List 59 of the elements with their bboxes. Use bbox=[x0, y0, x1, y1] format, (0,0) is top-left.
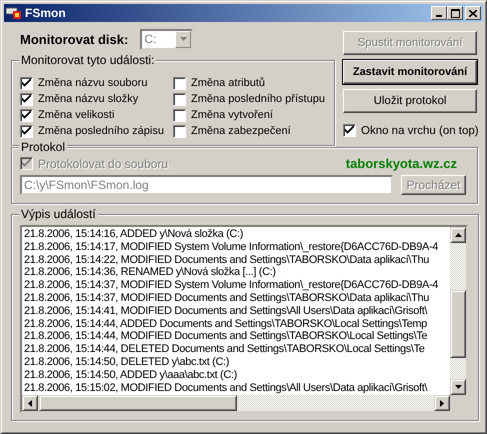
disk-label: Monitorovat disk: bbox=[20, 32, 128, 46]
event-list[interactable] bbox=[20, 225, 468, 413]
log-line[interactable]: 21.8.2006, 15:14:44, ADDED Documents and Settings\TABORSKO\Local Settings\Temp bbox=[24, 318, 427, 330]
checkbox[interactable] bbox=[20, 76, 33, 90]
log-line[interactable]: 21.8.2006, 15:14:50, DELETED y\abc.txt (C:) bbox=[24, 356, 230, 369]
app-icon bbox=[6, 6, 22, 20]
scroll-right-button[interactable] bbox=[434, 395, 450, 411]
group-title: Výpis událostí bbox=[19, 207, 98, 221]
checkbox[interactable] bbox=[20, 92, 33, 106]
maximize-icon bbox=[450, 8, 460, 18]
scrollbar-thumb[interactable] bbox=[39, 395, 237, 411]
window-title: FSmon bbox=[25, 6, 67, 20]
minimize-button[interactable] bbox=[431, 6, 447, 20]
checkbox-label: Změna velikosti bbox=[38, 109, 114, 121]
checkbox[interactable] bbox=[173, 92, 186, 106]
stop-button[interactable]: Zastavit monitorování bbox=[343, 60, 477, 84]
right-arrow-icon bbox=[440, 400, 444, 406]
log-line[interactable]: 21.8.2006, 15:14:16, ADDED y\Nová složka (C:) bbox=[24, 228, 244, 241]
checkbox-label: Změna zabezpečení bbox=[191, 125, 291, 137]
checkbox[interactable] bbox=[173, 76, 186, 90]
up-arrow-icon bbox=[454, 233, 462, 237]
scroll-up-button[interactable] bbox=[450, 227, 466, 243]
checkbox-label: Okno na vrchu (on top) bbox=[361, 124, 479, 136]
checkbox[interactable] bbox=[20, 124, 33, 138]
save-button[interactable]: Uložit protokol bbox=[343, 89, 477, 113]
checkbox-label: Protokolovat do souboru bbox=[38, 156, 168, 170]
down-arrow-icon bbox=[454, 385, 462, 389]
close-icon bbox=[469, 10, 477, 16]
checkbox-label: Změna názvu souboru bbox=[38, 77, 148, 89]
horizontal-scrollbar[interactable] bbox=[22, 395, 450, 411]
log-line[interactable]: 21.8.2006, 15:14:36, RENAMED y\Nová složka [...] (C:) bbox=[24, 266, 276, 280]
checkbox-label: Změna vytvoření bbox=[191, 109, 273, 121]
vertical-scrollbar[interactable] bbox=[450, 227, 466, 395]
left-arrow-icon bbox=[28, 400, 32, 406]
checkbox-label: Změna posledního zápisu bbox=[38, 125, 164, 137]
checkbox-label: Změna posledního přístupu bbox=[191, 93, 325, 105]
log-line[interactable]: 21.8.2006, 15:14:44, MODIFIED Documents and Settings\TABORSKO\Local Settings\Te bbox=[24, 330, 428, 344]
log-line[interactable]: 21.8.2006, 15:15:02, MODIFIED Documents and Settings\All Users\Data aplikací\Grisoft\ bbox=[24, 382, 428, 394]
scroll-down-button[interactable] bbox=[450, 379, 466, 395]
log-line[interactable]: 21.8.2006, 15:14:22, MODIFIED Documents and Settings\TABORSKO\Data aplikací\Thu bbox=[24, 254, 430, 266]
checkbox-label: Změna atributů bbox=[191, 77, 265, 89]
log-line[interactable]: 21.8.2006, 15:14:44, DELETED Documents and Settings\TABORSKO\Local Settings\Te bbox=[24, 343, 425, 356]
caret-icon bbox=[180, 37, 187, 41]
close-button[interactable] bbox=[465, 6, 481, 20]
log-line[interactable]: 21.8.2006, 15:14:17, MODIFIED System Volume Information\_restore{D6ACC76D-DB9A-4 bbox=[24, 240, 438, 254]
scrollbar-thumb[interactable] bbox=[450, 290, 466, 358]
log-line[interactable]: 21.8.2006, 15:14:50, ADDED y\aaa\abc.txt (C:) bbox=[24, 368, 237, 382]
checkbox-label: Změna názvu složky bbox=[38, 93, 138, 105]
checkbox[interactable] bbox=[343, 124, 356, 137]
log-line[interactable]: 21.8.2006, 15:14:37, MODIFIED System Volume Information\_restore{D6ACC76D-DB9A-4 bbox=[24, 279, 438, 292]
log-line[interactable]: 21.8.2006, 15:14:41, MODIFIED Documents and Settings\All Users\Data aplikací\Grisoft\ bbox=[24, 304, 428, 318]
maximize-button[interactable] bbox=[447, 6, 463, 20]
scroll-left-button[interactable] bbox=[22, 395, 38, 411]
checkbox[interactable] bbox=[20, 108, 33, 122]
group-title: Protokol bbox=[19, 140, 68, 154]
checkbox[interactable] bbox=[173, 124, 186, 138]
group-title: Monitorovat tyto události: bbox=[19, 53, 156, 67]
log-line[interactable]: 21.8.2006, 15:14:37, MODIFIED Documents and Settings\TABORSKO\Data aplikací\Thu bbox=[24, 292, 430, 305]
checkbox[interactable] bbox=[173, 108, 186, 122]
